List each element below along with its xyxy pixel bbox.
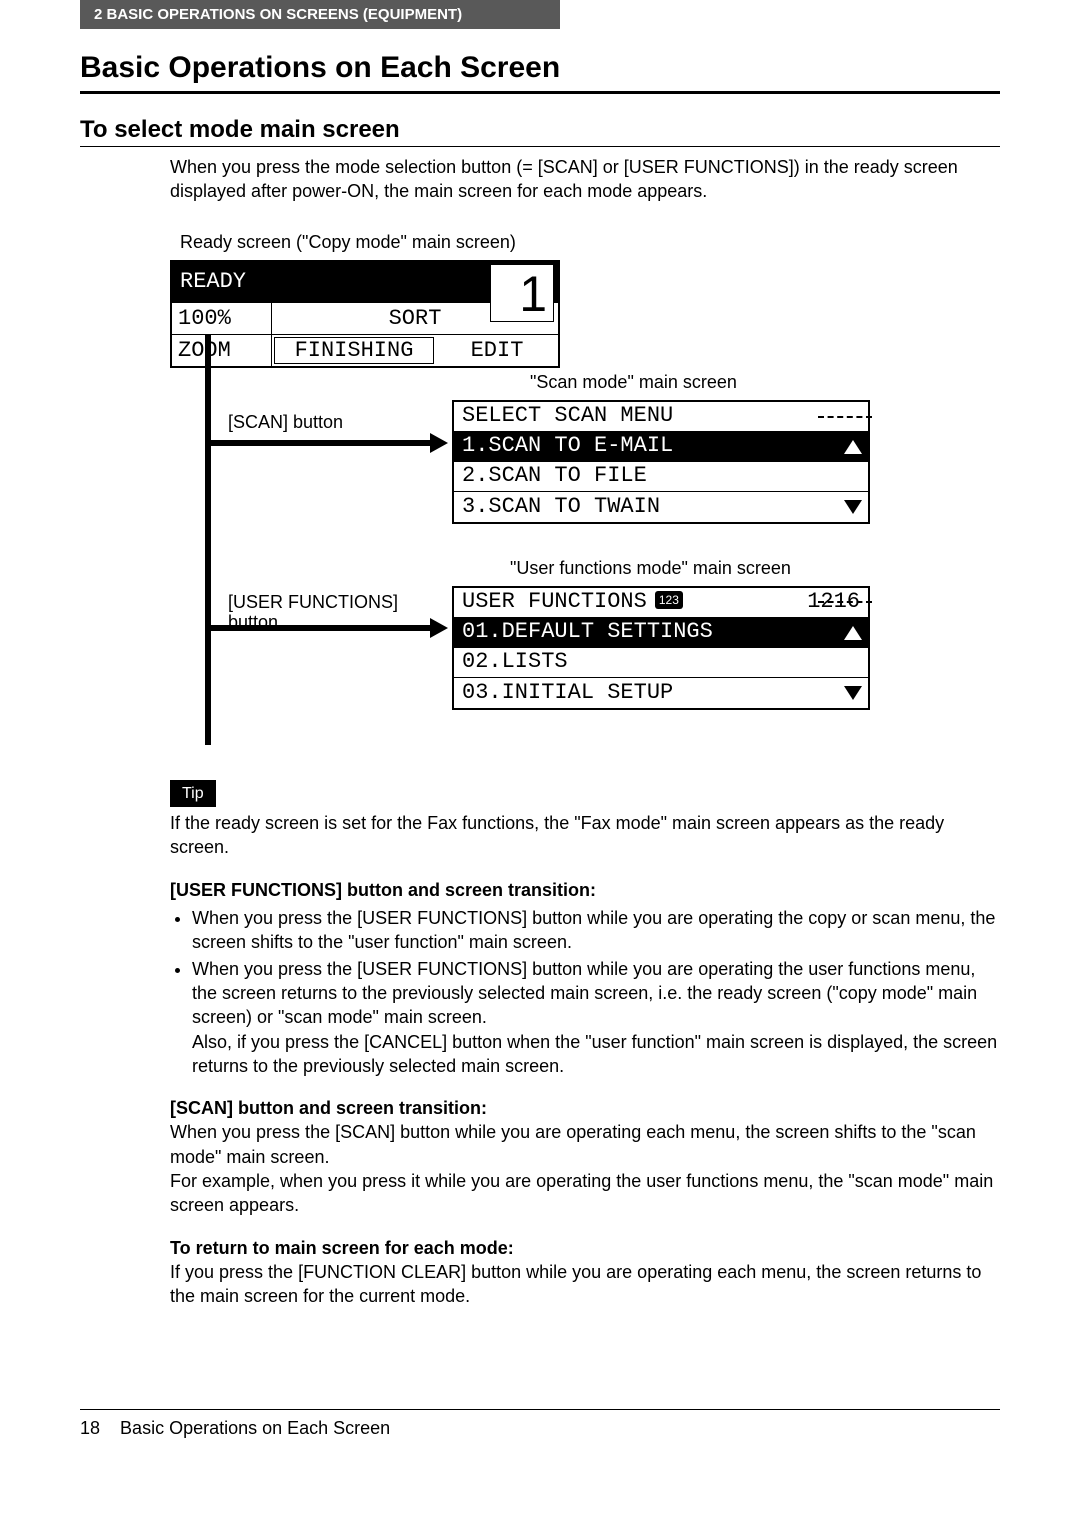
user-l4-text: 03.INITIAL SETUP [462,678,673,708]
footer: 18 Basic Operations on Each Screen [80,1409,1000,1439]
down-arrow-icon [844,500,862,514]
scan-caption: "Scan mode" main screen [530,370,737,394]
scan-lcd: SELECT SCAN MENU 1.SCAN TO E-MAIL 2.SCAN… [452,400,870,524]
return-text: If you press the [FUNCTION CLEAR] button… [170,1262,981,1306]
scan-l4-text: 3.SCAN TO TWAIN [462,492,660,522]
ready-lcd: READY 1 100% SORT ZOOM FINISHING EDIT [170,260,560,368]
userfunc-button-label: [USER FUNCTIONS] button [228,592,418,633]
user-l1-left: USER FUNCTIONS [462,587,647,617]
scan-l2-text: 1.SCAN TO E-MAIL [462,431,673,461]
uf-bullet-1: When you press the [USER FUNCTIONS] butt… [192,906,1000,955]
up-arrow-icon [844,440,862,454]
uf-heading: [USER FUNCTIONS] button and screen trans… [170,880,596,900]
ready-edit: EDIT [436,335,558,366]
uf-b2-main: When you press the [USER FUNCTIONS] butt… [192,959,977,1028]
scan-l1: SELECT SCAN MENU [454,402,868,432]
copy-count: 1 [490,264,554,322]
return-heading: To return to main screen for each mode: [170,1238,514,1258]
tip-text: If the ready screen is set for the Fax f… [170,811,1000,860]
return-section: To return to main screen for each mode: … [170,1236,1000,1309]
diagram: Ready screen ("Copy mode" main screen) R… [170,230,1000,760]
user-l1: USER FUNCTIONS 123 1216 [454,588,868,618]
footer-title: Basic Operations on Each Screen [120,1418,390,1438]
scan-l2: 1.SCAN TO E-MAIL [454,432,868,462]
scan-p1: When you press the [SCAN] button while y… [170,1122,976,1166]
uf-b2-sub: Also, if you press the [CANCEL] button w… [192,1032,997,1076]
num-input-icon: 123 [655,591,683,609]
chapter-header: 2 BASIC OPERATIONS ON SCREENS (EQUIPMENT… [80,0,560,29]
user-l4: 03.INITIAL SETUP [454,678,868,708]
page-title: Basic Operations on Each Screen [80,51,1000,85]
uf-bullet-2: When you press the [USER FUNCTIONS] butt… [192,957,1000,1078]
user-l1-right: 1216 [807,587,860,617]
ready-row1: READY [180,267,246,297]
intro-paragraph: When you press the mode selection button… [170,155,1000,204]
arrow-icon [430,433,448,453]
uf-section: [USER FUNCTIONS] button and screen trans… [170,878,1000,1078]
user-l2: 01.DEFAULT SETTINGS [454,618,868,648]
user-lcd: USER FUNCTIONS 123 1216 01.DEFAULT SETTI… [452,586,870,710]
arrow-icon [430,618,448,638]
section-heading: To select mode main screen [80,116,1000,147]
ready-finishing: FINISHING [274,337,434,364]
ready-caption: Ready screen ("Copy mode" main screen) [180,230,1000,254]
user-l2-text: 01.DEFAULT SETTINGS [462,617,713,647]
scan-section: [SCAN] button and screen transition: Whe… [170,1096,1000,1217]
scan-heading: [SCAN] button and screen transition: [170,1098,487,1118]
scan-p2: For example, when you press it while you… [170,1171,993,1215]
scan-button-label: [SCAN] button [228,410,343,434]
scan-l4: 3.SCAN TO TWAIN [454,492,868,522]
user-l3: 02.LISTS [454,648,868,678]
up-arrow-icon [844,626,862,640]
down-arrow-icon [844,686,862,700]
tip-badge: Tip [170,780,216,808]
branch-line-1 [205,440,435,446]
ready-100: 100% [172,303,272,334]
scan-l3: 2.SCAN TO FILE [454,462,868,492]
title-rule [80,91,1000,94]
ready-zoom: ZOOM [172,335,272,366]
page-number: 18 [80,1418,100,1438]
user-caption: "User functions mode" main screen [510,556,791,580]
trunk-line [205,335,211,745]
